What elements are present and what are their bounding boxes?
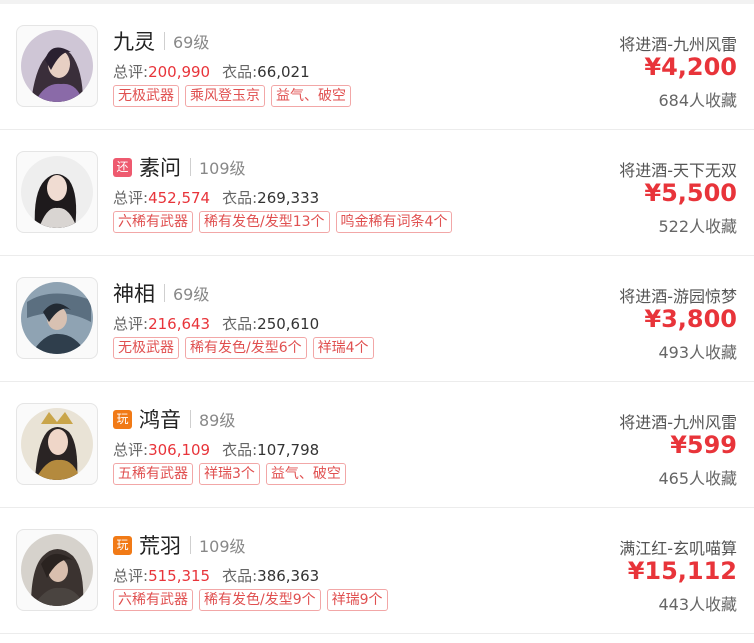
stats-row: 总评:306,109 衣品:107,798 <box>113 439 319 460</box>
character-portrait-icon <box>21 156 93 228</box>
feature-chips: 五稀有武器 祥瑞3个 益气、破空 <box>113 463 352 485</box>
favorites-count: 522人收藏 <box>658 217 737 236</box>
price: ¥5,500 <box>644 179 737 207</box>
avatar[interactable] <box>16 25 98 107</box>
character-name[interactable]: 荒羽 <box>139 530 181 560</box>
feature-chip: 稀有发色/发型13个 <box>199 211 330 233</box>
character-level: 69级 <box>173 33 210 52</box>
feature-chips: 无极武器 乘风登玉京 益气、破空 <box>113 85 357 107</box>
feature-chips: 无极武器 稀有发色/发型6个 祥瑞4个 <box>113 337 380 359</box>
divider <box>190 158 191 176</box>
avatar[interactable] <box>16 277 98 359</box>
feature-chip: 鸣金稀有词条4个 <box>335 211 453 233</box>
outfit-label: 衣品: <box>222 441 258 459</box>
favorites-count: 684人收藏 <box>658 91 737 110</box>
score-value: 200,990 <box>148 63 211 81</box>
favorites-count: 443人收藏 <box>658 595 737 614</box>
character-name[interactable]: 鸿音 <box>139 404 181 434</box>
character-level: 109级 <box>199 537 246 556</box>
listing-card[interactable]: 玩 鸿音 89级 总评:306,109 衣品:107,798 五稀有武器 祥瑞3个… <box>0 382 754 508</box>
character-name[interactable]: 九灵 <box>113 26 155 56</box>
avatar[interactable] <box>16 403 98 485</box>
character-name[interactable]: 神相 <box>113 278 155 308</box>
character-level: 109级 <box>199 159 246 178</box>
character-name[interactable]: 素问 <box>139 152 181 182</box>
feature-chip: 益气、破空 <box>265 463 346 485</box>
score-value: 452,574 <box>148 189 211 207</box>
feature-chip: 祥瑞9个 <box>326 589 388 611</box>
outfit-value: 250,610 <box>257 315 320 333</box>
feature-chip: 祥瑞3个 <box>199 463 260 485</box>
score-label: 总评: <box>113 315 149 333</box>
listing-card[interactable]: 还 素问 109级 总评:452,574 衣品:269,333 六稀有武器 稀有发… <box>0 130 754 256</box>
outfit-value: 66,021 <box>257 63 310 81</box>
listing-card[interactable]: 九灵 69级 总评:200,990 衣品:66,021 无极武器 乘风登玉京 益气… <box>0 4 754 130</box>
feature-chip: 六稀有武器 <box>113 589 193 611</box>
outfit-value: 107,798 <box>257 441 320 459</box>
character-level: 89级 <box>199 411 236 430</box>
outfit-value: 386,363 <box>257 567 320 585</box>
feature-chip: 稀有发色/发型6个 <box>185 337 307 359</box>
score-value: 306,109 <box>148 441 211 459</box>
price: ¥599 <box>670 431 737 459</box>
feature-chip: 无极武器 <box>113 85 179 107</box>
character-portrait-icon <box>21 30 93 102</box>
divider <box>190 536 191 554</box>
feature-chip: 乘风登玉京 <box>185 85 265 107</box>
score-label: 总评: <box>113 189 149 207</box>
price: ¥4,200 <box>644 53 737 81</box>
score-label: 总评: <box>113 63 149 81</box>
feature-chips: 六稀有武器 稀有发色/发型9个 祥瑞9个 <box>113 589 394 611</box>
character-portrait-icon <box>21 282 93 354</box>
feature-chip: 祥瑞4个 <box>312 337 374 359</box>
character-level: 69级 <box>173 285 210 304</box>
outfit-label: 衣品: <box>222 315 258 333</box>
listing-panel: 九灵 69级 总评:200,990 衣品:66,021 无极武器 乘风登玉京 益气… <box>0 4 754 643</box>
character-portrait-icon <box>21 534 93 606</box>
price: ¥3,800 <box>644 305 737 333</box>
divider <box>164 32 165 50</box>
score-label: 总评: <box>113 441 149 459</box>
score-label: 总评: <box>113 567 149 585</box>
outfit-label: 衣品: <box>222 567 258 585</box>
name-row: 玩 荒羽 109级 <box>113 530 246 560</box>
outfit-value: 269,333 <box>257 189 320 207</box>
favorites-count: 465人收藏 <box>658 469 737 488</box>
outfit-label: 衣品: <box>222 189 258 207</box>
name-row: 神相 69级 <box>113 278 209 308</box>
stats-row: 总评:515,315 衣品:386,363 <box>113 565 319 586</box>
score-value: 515,315 <box>148 567 211 585</box>
avatar[interactable] <box>16 529 98 611</box>
play-tag: 玩 <box>113 409 132 429</box>
feature-chips: 六稀有武器 稀有发色/发型13个 鸣金稀有词条4个 <box>113 211 458 233</box>
score-value: 216,643 <box>148 315 211 333</box>
outfit-label: 衣品: <box>222 63 258 81</box>
divider <box>164 284 165 302</box>
avatar[interactable] <box>16 151 98 233</box>
server-name: 将进酒-九州风雷 <box>619 35 737 54</box>
feature-chip: 益气、破空 <box>271 85 351 107</box>
stats-row: 总评:452,574 衣品:269,333 <box>113 187 319 208</box>
name-row: 九灵 69级 <box>113 26 209 56</box>
stats-row: 总评:200,990 衣品:66,021 <box>113 61 310 82</box>
server-name: 满江红-玄叽喵算 <box>619 539 737 558</box>
listing-card[interactable]: 神相 69级 总评:216,643 衣品:250,610 无极武器 稀有发色/发型… <box>0 256 754 382</box>
feature-chip: 六稀有武器 <box>113 211 193 233</box>
name-row: 玩 鸿音 89级 <box>113 404 235 434</box>
stats-row: 总评:216,643 衣品:250,610 <box>113 313 319 334</box>
name-row: 还 素问 109级 <box>113 152 246 182</box>
server-name: 将进酒-天下无双 <box>619 161 737 180</box>
feature-chip: 五稀有武器 <box>113 463 193 485</box>
server-name: 将进酒-九州风雷 <box>619 413 737 432</box>
return-tag: 还 <box>113 157 132 177</box>
feature-chip: 无极武器 <box>113 337 179 359</box>
listing-card[interactable]: 玩 荒羽 109级 总评:515,315 衣品:386,363 六稀有武器 稀有发… <box>0 508 754 634</box>
favorites-count: 493人收藏 <box>658 343 737 362</box>
divider <box>190 410 191 428</box>
server-name: 将进酒-游园惊梦 <box>619 287 737 306</box>
feature-chip: 稀有发色/发型9个 <box>199 589 321 611</box>
price: ¥15,112 <box>627 557 737 585</box>
play-tag: 玩 <box>113 535 132 555</box>
character-portrait-icon <box>21 408 93 480</box>
